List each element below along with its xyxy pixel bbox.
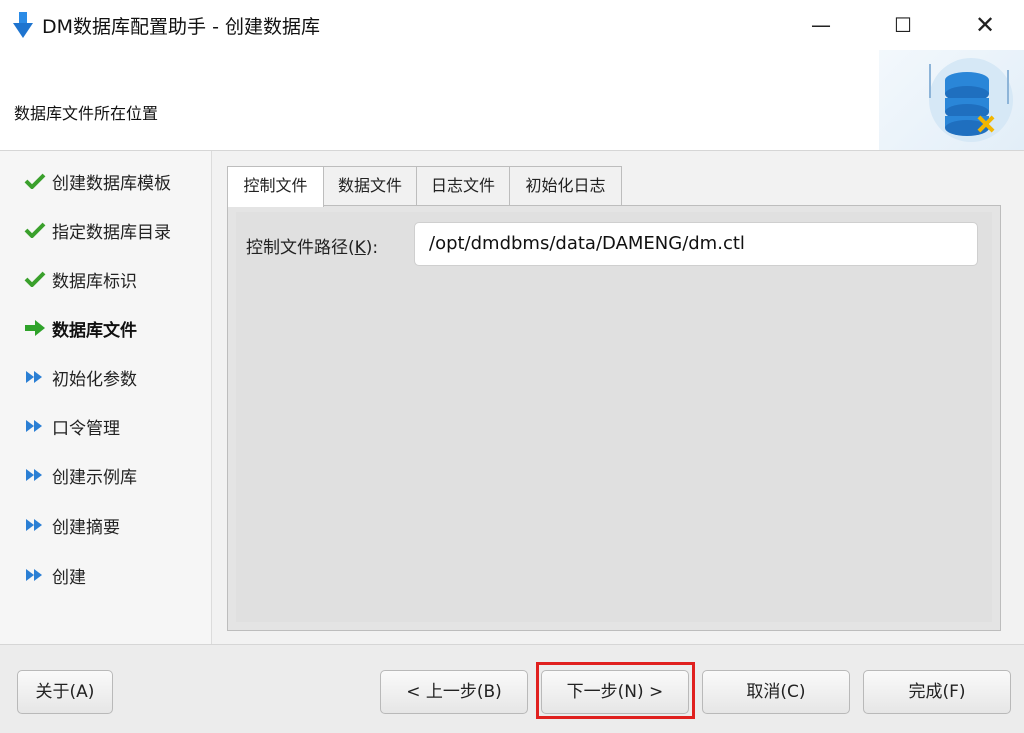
nav-step-summary: 创建摘要 [24, 510, 120, 540]
nav-step-label: 数据库标识 [52, 271, 137, 292]
nav-step-create-template: 创建数据库模板 [24, 166, 171, 196]
double-arrow-icon [26, 519, 42, 531]
nav-step-label: 创建摘要 [52, 517, 120, 538]
wizard-header: 数据库文件所在位置 [0, 50, 1024, 151]
next-button-highlight [536, 662, 695, 719]
database-settings-icon [929, 58, 1013, 142]
tab-panel-body [236, 212, 992, 622]
close-button[interactable]: ✕ [970, 10, 1000, 40]
tab-data-file[interactable]: 数据文件 [323, 166, 417, 205]
nav-step-sample-db: 创建示例库 [24, 460, 137, 490]
cancel-button[interactable]: 取消(C) [702, 670, 850, 714]
check-icon [24, 271, 46, 287]
title-bar: DM数据库配置助手 - 创建数据库 — ☐ ✕ [0, 0, 1024, 50]
double-arrow-icon [26, 371, 42, 383]
nav-step-password: 口令管理 [24, 411, 120, 441]
about-button[interactable]: 关于(A) [17, 670, 113, 714]
arrow-right-icon [25, 320, 45, 336]
nav-step-label: 口令管理 [52, 418, 120, 439]
nav-step-create: 创建 [24, 560, 86, 590]
nav-step-database-files: 数据库文件 [24, 313, 137, 343]
tab-log-file[interactable]: 日志文件 [416, 166, 510, 205]
nav-step-directory: 指定数据库目录 [24, 215, 171, 245]
nav-step-label: 指定数据库目录 [52, 222, 171, 243]
nav-step-init-params: 初始化参数 [24, 362, 137, 392]
double-arrow-icon [26, 469, 42, 481]
double-arrow-icon [26, 569, 42, 581]
tab-init-log[interactable]: 初始化日志 [509, 166, 622, 205]
download-arrow-icon [13, 12, 33, 38]
tab-control-file[interactable]: 控制文件 [227, 166, 324, 207]
maximize-button[interactable]: ☐ [888, 10, 918, 40]
nav-step-label: 创建示例库 [52, 467, 137, 488]
minimize-button[interactable]: — [806, 10, 836, 40]
control-file-path-input[interactable]: /opt/dmdbms/data/DAMENG/dm.ctl [414, 222, 978, 266]
mnemonic-key: K [354, 238, 366, 258]
nav-step-label: 创建数据库模板 [52, 173, 171, 194]
window-title: DM数据库配置助手 - 创建数据库 [42, 16, 320, 38]
finish-button[interactable]: 完成(F) [863, 670, 1011, 714]
header-banner [879, 50, 1024, 150]
nav-step-label: 数据库文件 [52, 320, 137, 341]
page-subtitle: 数据库文件所在位置 [14, 104, 159, 123]
prev-button[interactable]: < 上一步(B) [380, 670, 528, 714]
nav-step-label: 创建 [52, 567, 86, 588]
tab-panel [227, 205, 1001, 631]
nav-step-identifier: 数据库标识 [24, 264, 137, 294]
check-icon [24, 173, 46, 189]
double-arrow-icon [26, 420, 42, 432]
control-file-path-label: 控制文件路径(K): [246, 238, 379, 258]
nav-step-label: 初始化参数 [52, 369, 137, 390]
check-icon [24, 222, 46, 238]
